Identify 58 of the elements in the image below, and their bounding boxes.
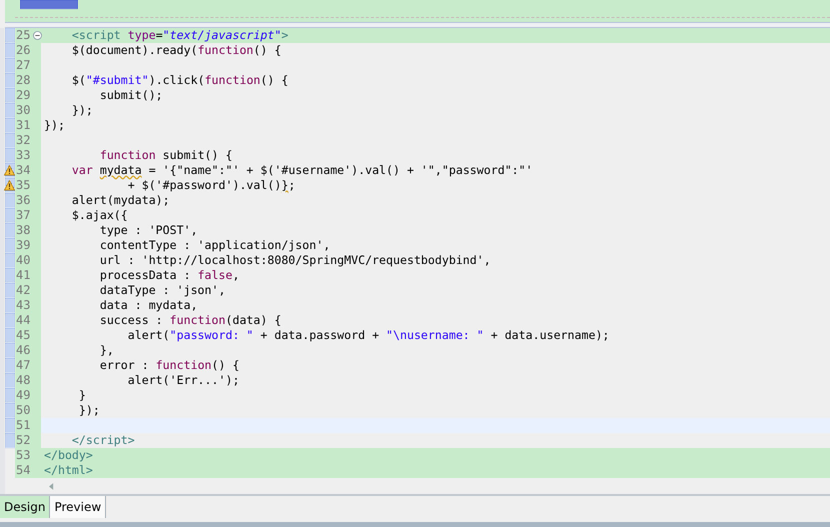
line-number: 37 (16, 208, 30, 223)
code-line: processData : false, (98, 268, 240, 283)
code-line: var mydata = '{"name":"' + $('#username').val() + '","password":"' (70, 163, 534, 178)
line-number: 54 (16, 463, 30, 478)
line-number: 47 (16, 358, 30, 373)
line-number: 29 (16, 88, 30, 103)
line-number: 35 (16, 178, 30, 193)
line-number: 48 (16, 373, 30, 388)
line-number: 53 (16, 448, 30, 463)
code-line: error : function() { (98, 358, 240, 373)
view-tab[interactable]: Preview (50, 496, 106, 518)
code-line: alert(mydata); (70, 193, 171, 208)
line-number: 30 (16, 103, 30, 118)
collapse-icon[interactable] (33, 31, 42, 40)
code-line: $("#submit").click(function() { (70, 73, 290, 88)
code-line: $.ajax({ (70, 208, 129, 223)
code-line: type : 'POST', (98, 223, 199, 238)
line-number: 44 (16, 313, 30, 328)
line-number: 41 (16, 268, 30, 283)
code-line: alert("password: " + data.password + "\nusername: " + data.username); (126, 328, 610, 343)
line-number: 27 (16, 58, 30, 73)
line-number: 31 (16, 118, 30, 133)
code-line: data : mydata, (98, 298, 199, 313)
code-line: submit(); (98, 88, 164, 103)
line-number: 25 (16, 28, 30, 43)
code-line: contentType : 'application/json', (98, 238, 332, 253)
line-number: 40 (16, 253, 30, 268)
line-number: 50 (16, 403, 30, 418)
view-tab[interactable]: Design (0, 496, 50, 518)
code-line: </script> (70, 433, 136, 448)
code-line: url : 'http://localhost:8080/SpringMVC/requestbodybind', (98, 253, 492, 268)
code-line: $(document).ready(function() { (70, 43, 282, 58)
line-number: 39 (16, 238, 30, 253)
line-number: 45 (16, 328, 30, 343)
line-number: 43 (16, 298, 30, 313)
line-number: 52 (16, 433, 30, 448)
line-number: 51 (16, 418, 30, 433)
line-number: 33 (16, 148, 30, 163)
design-element (20, 0, 78, 9)
code-line: function submit() { (98, 148, 234, 163)
code-line: }); (70, 103, 94, 118)
line-number: 46 (16, 343, 30, 358)
line-number: 34 (16, 163, 30, 178)
line-number: 32 (16, 133, 30, 148)
line-number: 36 (16, 193, 30, 208)
line-number: 49 (16, 388, 30, 403)
code-line: alert('Err...'); (126, 373, 240, 388)
code-line: } (78, 388, 87, 403)
code-line: }); (78, 403, 101, 418)
code-line: }); (43, 118, 66, 133)
code-line: dataType : 'json', (98, 283, 226, 298)
line-number: 42 (16, 283, 30, 298)
code-line: }, (98, 343, 115, 358)
line-number: 38 (16, 223, 30, 238)
code-line: + $('#password').val()}; (126, 178, 296, 193)
line-number: 28 (16, 73, 30, 88)
code-line: success : function(data) { (98, 313, 282, 328)
line-number: 26 (16, 43, 30, 58)
